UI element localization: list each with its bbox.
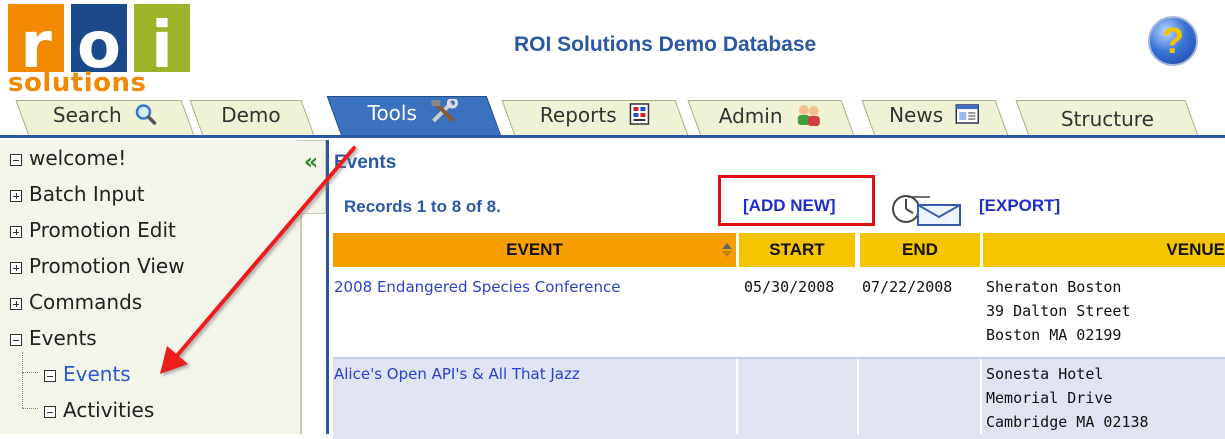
tab-search-label: Search [52, 103, 122, 127]
tab-baseline [0, 135, 1225, 138]
column-divider [736, 359, 738, 434]
sidebar-item-label: Commands [29, 290, 143, 314]
export-envelope-icon[interactable] [890, 191, 964, 231]
tree-connector [22, 372, 38, 373]
collapse-box-icon [44, 406, 56, 418]
tree-connector [22, 352, 23, 408]
sidebar-item-label: Batch Input [29, 182, 145, 206]
tree-connector [22, 408, 38, 409]
users-icon [795, 103, 823, 132]
venue-line: Sheraton Boston [986, 278, 1122, 296]
tab-demo-label: Demo [221, 103, 281, 127]
sidebar-item-promotion-view[interactable]: Promotion View [10, 254, 185, 278]
event-name-link[interactable]: 2008 Endangered Species Conference [334, 275, 620, 299]
column-header-label: VENUE [1166, 240, 1225, 259]
sidebar-item-batch-input[interactable]: Batch Input [10, 182, 145, 206]
tab-tools-label: Tools [367, 101, 417, 125]
add-new-highlight-box [718, 175, 875, 226]
sort-down-icon [722, 251, 732, 257]
tab-reports-label: Reports [539, 103, 617, 127]
expand-plus-icon[interactable] [10, 298, 22, 310]
tab-search[interactable]: Search [15, 100, 195, 136]
collapse-box-icon [44, 370, 56, 382]
roi-solutions-logo: r o i solutions [8, 4, 190, 98]
sort-up-icon [722, 243, 732, 249]
tools-icon [429, 97, 459, 130]
collapse-minus-icon[interactable] [10, 334, 22, 346]
column-header-event[interactable]: EVENT [333, 233, 736, 267]
column-header-venue[interactable]: VENUE [983, 233, 1225, 267]
event-name-link[interactable]: Alice's Open API's & All That Jazz [334, 362, 580, 386]
sidebar-item-events[interactable]: Events [10, 326, 97, 350]
sidebar-item-events-child[interactable]: Events [44, 362, 131, 386]
column-header-start[interactable]: START [739, 233, 855, 267]
column-divider [857, 359, 859, 434]
venue-line: Memorial Drive [986, 389, 1113, 407]
sidebar-item-label: Events [63, 362, 131, 386]
export-link[interactable]: [EXPORT] [979, 196, 1060, 216]
column-header-label: END [902, 240, 938, 259]
sidebar-item-label: Events [29, 326, 97, 350]
column-divider [980, 359, 982, 434]
venue-line: Boston MA 02199 [986, 326, 1122, 344]
collapse-sidebar-button[interactable]: « [297, 140, 326, 214]
logo-block-r: r [8, 4, 64, 78]
logo-block-o: o [71, 4, 127, 78]
tab-news-label: News [889, 103, 944, 127]
tab-demo[interactable]: Demo [189, 100, 315, 136]
expand-plus-icon[interactable] [10, 190, 22, 202]
collapse-box-icon [10, 154, 22, 166]
sidebar-item-promotion-edit[interactable]: Promotion Edit [10, 218, 176, 242]
sidebar-item-label: welcome! [29, 146, 127, 170]
tab-admin-label: Admin [718, 104, 783, 128]
sidebar-item-label: Promotion Edit [29, 218, 176, 242]
event-end-date: 07/22/2008 [862, 278, 953, 296]
app-title: ROI Solutions Demo Database [514, 33, 817, 56]
column-header-label: START [769, 240, 825, 259]
logo-wordmark: solutions [8, 68, 147, 98]
main-tab-bar: Search Demo Tools Reports Admin News Str… [0, 94, 1225, 138]
tab-admin[interactable]: Admin [687, 100, 855, 136]
tab-tools[interactable]: Tools [326, 96, 502, 136]
sidebar-item-label: Activities [63, 398, 155, 422]
column-header-label: EVENT [506, 240, 563, 259]
sidebar-item-label: Promotion View [29, 254, 185, 278]
tab-structure[interactable]: Structure [1015, 100, 1199, 136]
tab-news[interactable]: News [861, 100, 1009, 136]
sidebar-item-commands[interactable]: Commands [10, 290, 142, 314]
venue-line: Cambridge MA 02138 [986, 413, 1149, 431]
events-table: EVENT START END VENUE 2008 Endangered Sp… [330, 233, 1225, 439]
tab-structure-label: Structure [1060, 107, 1154, 131]
expand-plus-icon[interactable] [10, 226, 22, 238]
report-icon [629, 103, 649, 130]
expand-plus-icon[interactable] [10, 262, 22, 274]
event-start-date: 05/30/2008 [744, 278, 835, 296]
help-icon[interactable]: ? [1148, 16, 1198, 66]
logo-block-i: i [134, 4, 190, 78]
page-title: Events [334, 152, 397, 173]
sidebar-item-welcome[interactable]: welcome! [10, 146, 126, 170]
tab-reports[interactable]: Reports [501, 100, 689, 136]
venue-line: 39 Dalton Street [986, 302, 1131, 320]
column-header-end[interactable]: END [860, 233, 980, 267]
news-icon [955, 104, 980, 129]
venue-line: Sonesta Hotel [986, 365, 1104, 383]
magnifier-icon [134, 103, 156, 130]
records-count: Records 1 to 8 of 8. [344, 197, 501, 216]
sidebar-item-activities[interactable]: Activities [44, 398, 154, 422]
